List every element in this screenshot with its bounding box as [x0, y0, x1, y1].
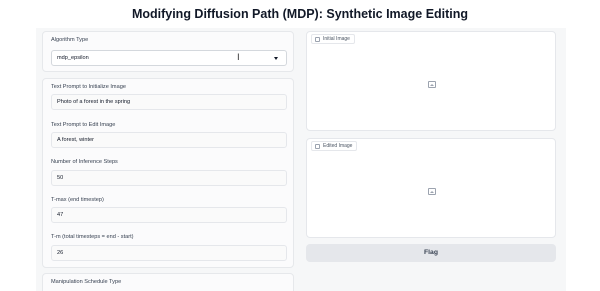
- chevron-down-icon: [274, 57, 278, 60]
- schedule-card: Manipulation Schedule Type: [42, 273, 294, 291]
- image-icon: [315, 36, 320, 42]
- edited-image-tag: Edited Image: [311, 141, 358, 151]
- tmax-label: T-max (end timestep): [51, 197, 104, 203]
- initial-image-tag: Initial Image: [311, 34, 355, 44]
- initial-image-panel[interactable]: Initial Image: [306, 31, 556, 131]
- algorithm-label: Algorithm Type: [51, 37, 89, 43]
- prompt-init-label: Text Prompt to Initialize Image: [51, 84, 126, 90]
- edited-image-panel[interactable]: Edited Image: [306, 138, 556, 238]
- schedule-label: Manipulation Schedule Type: [51, 279, 122, 285]
- tm-label: T-m (total timesteps = end - start): [51, 234, 134, 240]
- prompt-edit-input[interactable]: A forest, winter: [51, 132, 287, 148]
- steps-label: Number of Inference Steps: [51, 159, 118, 165]
- text-cursor-icon: I: [237, 53, 240, 63]
- prompt-init-input[interactable]: Photo of a forest in the spring: [51, 94, 287, 110]
- image-placeholder-icon: [428, 81, 436, 88]
- edited-image-label: Edited Image: [323, 143, 353, 149]
- algorithm-value: mdp_epsilon: [57, 55, 89, 61]
- tmax-input[interactable]: 47: [51, 207, 287, 223]
- initial-image-label: Initial Image: [323, 36, 350, 42]
- parameters-card: Text Prompt to Initialize Image Photo of…: [42, 78, 294, 268]
- steps-input[interactable]: 50: [51, 170, 287, 186]
- page-title: Modifying Diffusion Path (MDP): Syntheti…: [131, 7, 469, 21]
- flag-button[interactable]: Flag: [306, 244, 556, 262]
- algorithm-card: Algorithm Type mdp_epsilon: [42, 31, 294, 72]
- image-icon: [315, 143, 320, 149]
- algorithm-dropdown[interactable]: mdp_epsilon: [51, 50, 287, 66]
- prompt-edit-label: Text Prompt to Edit Image: [51, 122, 116, 128]
- tm-input[interactable]: 26: [51, 245, 287, 261]
- image-placeholder-icon: [428, 188, 436, 195]
